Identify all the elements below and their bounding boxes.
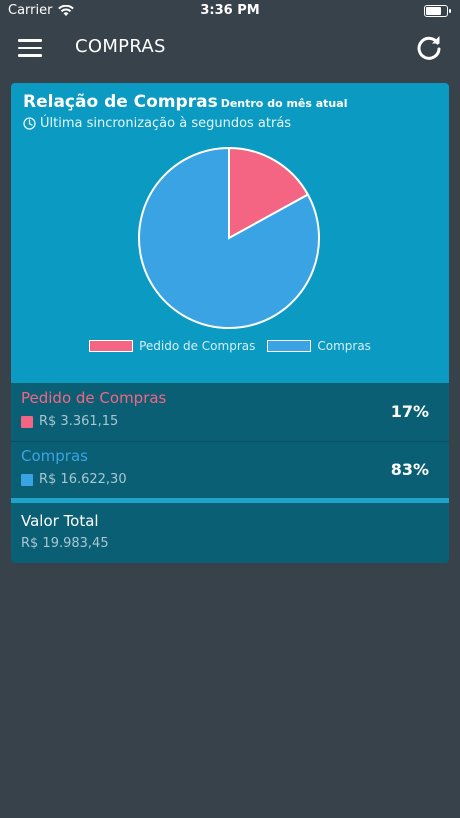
row-name: Pedido de Compras (21, 389, 167, 407)
hamburger-menu-icon[interactable] (18, 39, 42, 57)
row-amount: R$ 16.622,30 (39, 472, 127, 487)
row-amount: R$ 3.361,15 (39, 414, 119, 429)
legend-label-pedido: Pedido de Compras (139, 339, 256, 353)
status-bar: Carrier 3:36 PM (0, 0, 460, 22)
row-percent: 17% (390, 402, 429, 421)
chart-legend: Pedido de Compras Compras (11, 339, 449, 353)
legend-swatch-compras (267, 340, 312, 352)
legend-item-compras: Compras (267, 339, 371, 353)
legend-label-compras: Compras (317, 339, 371, 353)
card-title-sub: Dentro do mês atual (220, 97, 348, 110)
purchases-card: Relação de Compras Dentro do mês atual Úl… (11, 83, 449, 563)
sync-status: Última sincronização à segundos atrás (23, 116, 291, 131)
row-percent: 83% (390, 460, 429, 479)
card-title: Relação de Compras Dentro do mês atual (23, 92, 347, 112)
refresh-icon[interactable] (414, 33, 444, 63)
row-name: Compras (21, 447, 88, 465)
total-label: Valor Total (21, 512, 99, 530)
sync-text: Última sincronização à segundos atrás (40, 116, 292, 131)
legend-swatch-pedido (89, 340, 134, 352)
row-value: R$ 16.622,30 (21, 472, 127, 487)
chart-panel: Relação de Compras Dentro do mês atual Úl… (11, 83, 449, 383)
total-value: R$ 19.983,45 (21, 536, 109, 551)
accent-bar (11, 498, 449, 503)
row-value: R$ 3.361,15 (21, 414, 118, 429)
pie-chart (138, 146, 320, 329)
page-title: COMPRAS (75, 36, 166, 57)
row-swatch (21, 473, 33, 486)
status-time: 3:36 PM (200, 3, 260, 18)
list-item-compras[interactable]: Compras R$ 16.622,30 83% (11, 442, 449, 498)
navbar: COMPRAS (0, 22, 460, 72)
row-swatch (21, 415, 33, 428)
battery-icon (424, 5, 451, 17)
legend-item-pedido: Pedido de Compras (89, 339, 255, 353)
list-item-pedido[interactable]: Pedido de Compras R$ 3.361,15 17% (11, 383, 449, 441)
battery-level (426, 7, 442, 15)
card-title-main: Relação de Compras (23, 92, 218, 112)
clock-icon (23, 117, 36, 130)
